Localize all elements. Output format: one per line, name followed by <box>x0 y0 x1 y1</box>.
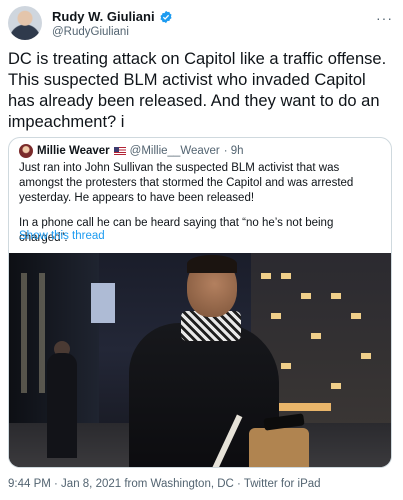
tweet-text: DC is treating attack on Capitol like a … <box>8 50 387 131</box>
author-display-name[interactable]: Rudy W. Giuliani <box>52 9 155 24</box>
author-handle[interactable]: @RudyGiuliani <box>52 26 129 38</box>
video-background-person <box>47 353 77 458</box>
author-name-row[interactable]: Rudy W. Giuliani <box>52 9 173 24</box>
quoted-author-name: Millie Weaver <box>37 145 110 157</box>
more-options-icon[interactable]: ··· <box>376 10 393 26</box>
video-thumbnail[interactable] <box>9 253 391 467</box>
author-avatar[interactable] <box>8 6 42 40</box>
tweet-meta: 9:44 PM · Jan 8, 2021 from Washington, D… <box>8 478 321 490</box>
show-thread-link[interactable]: Show this thread <box>19 230 105 242</box>
quoted-author-handle: @Millie__Weaver <box>129 145 220 157</box>
tweet-header: Rudy W. Giuliani @RudyGiuliani ··· <box>8 6 395 40</box>
quoted-timestamp: · 9h <box>223 145 244 157</box>
video-bag <box>249 428 309 467</box>
quoted-author-avatar <box>19 144 33 158</box>
us-flag-icon <box>113 147 126 155</box>
video-man-hair <box>187 255 237 273</box>
quoted-paragraph-1: Just ran into John Sullivan the suspecte… <box>19 162 354 204</box>
verified-badge-icon <box>159 10 173 24</box>
quoted-tweet[interactable]: Millie Weaver @Millie__Weaver · 9h Just … <box>8 137 392 468</box>
quoted-tweet-header: Millie Weaver @Millie__Weaver · 9h <box>19 144 244 158</box>
